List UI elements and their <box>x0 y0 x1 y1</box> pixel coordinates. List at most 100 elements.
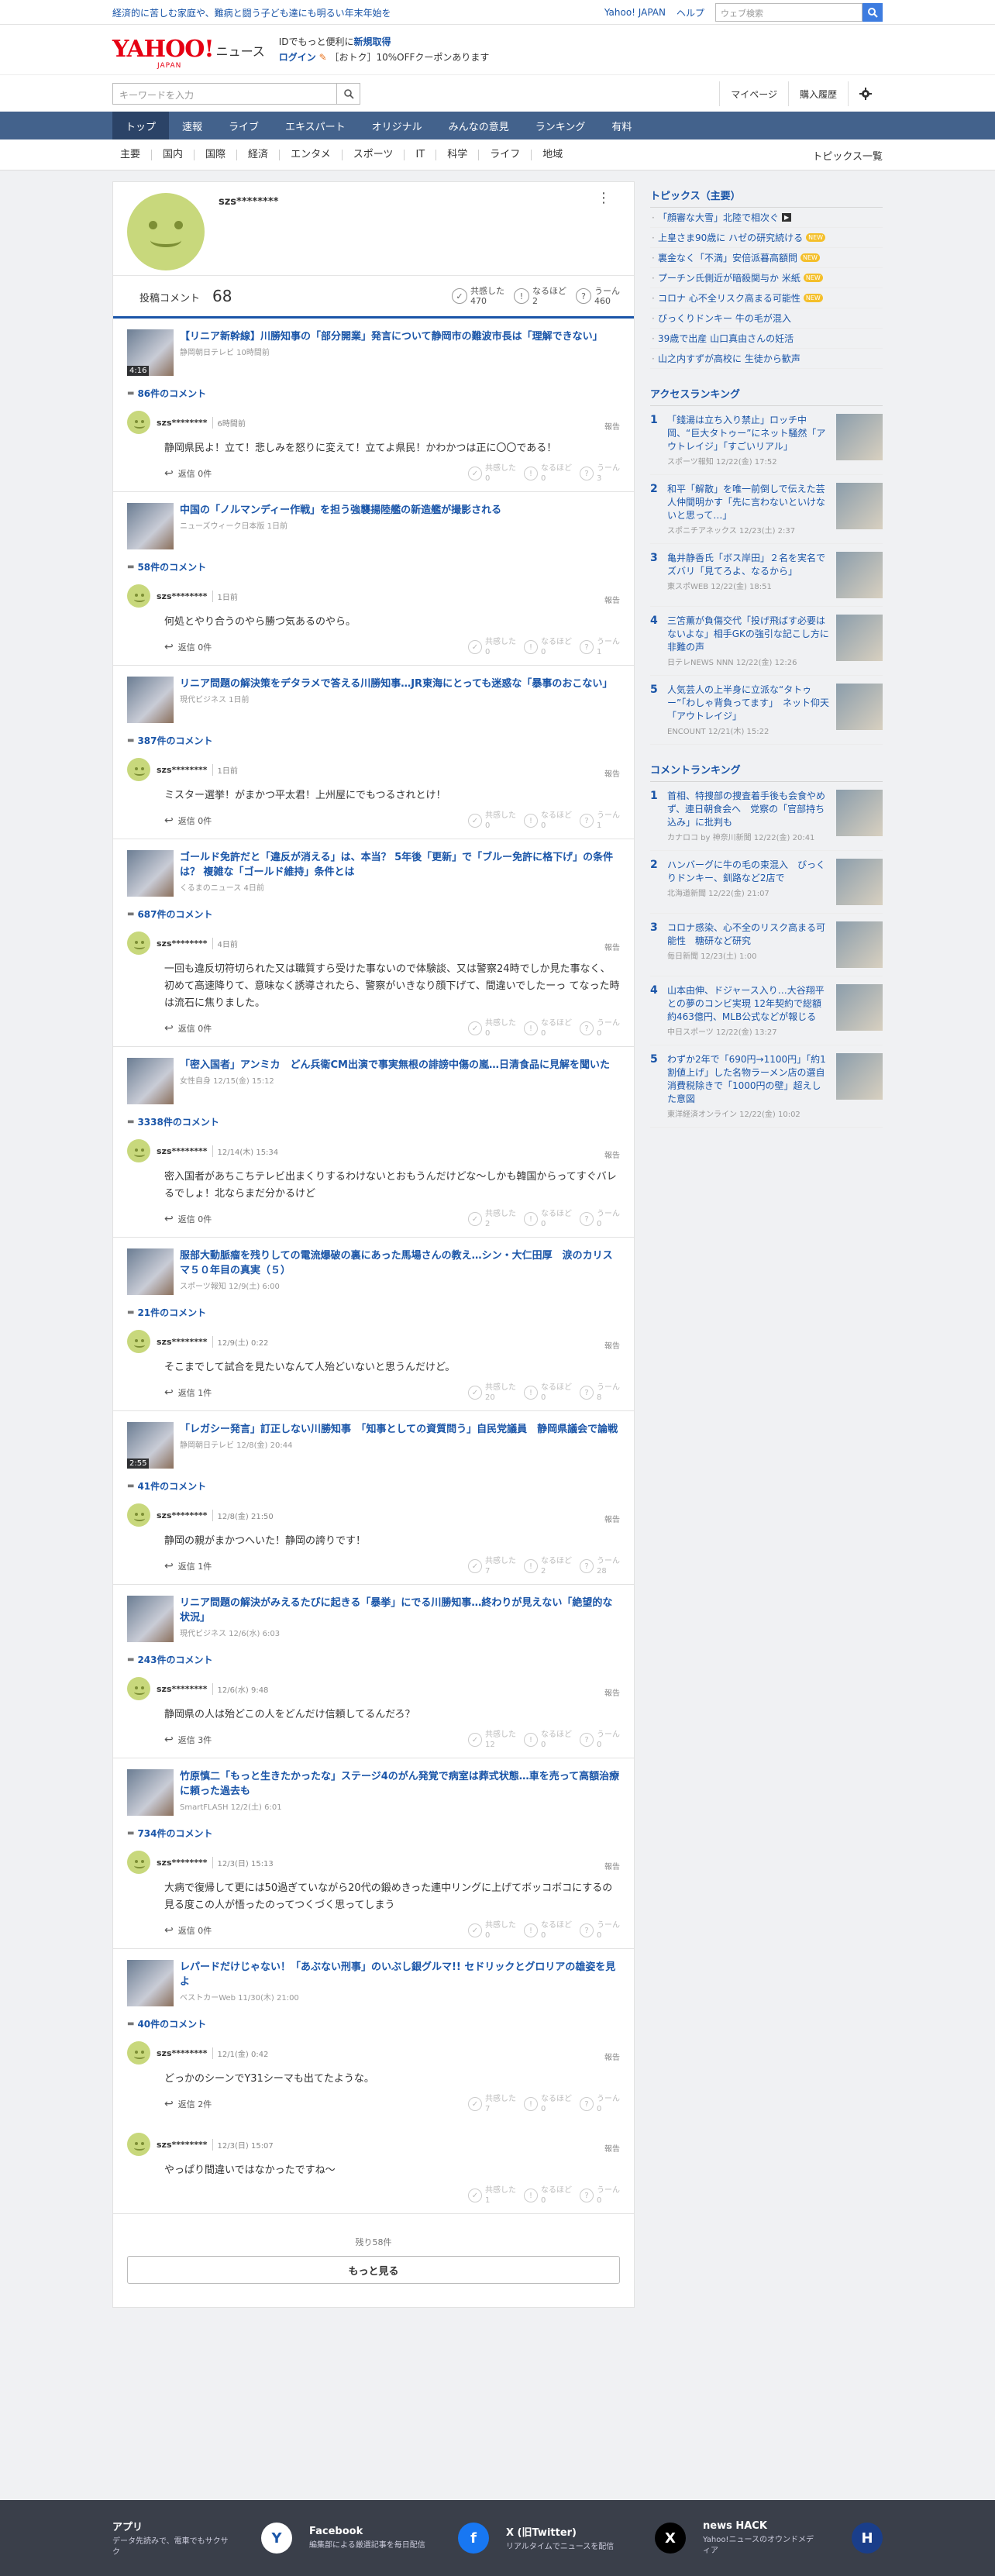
subnav-item[interactable]: ライフ <box>478 150 531 160</box>
article-header[interactable]: リニア問題の解決策をデタラメで答える川勝知事…JR東海にとっても迷惑な「暴事のお… <box>127 677 620 723</box>
reaction-button[interactable]: ✓ 共感した 2 <box>468 1209 516 1229</box>
ranking-item[interactable]: 3 コロナ感染、心不全のリスク高まる可能性 糖研など研究 毎日新聞 12/23(土)… <box>650 914 883 976</box>
comment-username[interactable]: szs******** <box>157 591 208 601</box>
topic-item[interactable]: 山之内すずが高校に 生徒から歓声 <box>650 349 883 369</box>
ranking-thumbnail[interactable] <box>836 859 883 905</box>
reaction-button[interactable]: ! なるほど 0 <box>524 2094 572 2114</box>
article-title[interactable]: リニア問題の解決がみえるたびに起きる「暴挙」にでる川勝知事…終わりが見えない「絶… <box>180 1596 620 1625</box>
article-thumbnail[interactable] <box>127 1960 174 2006</box>
reaction-button[interactable]: ✓ 共感した 0 <box>468 1920 516 1941</box>
ranking-item[interactable]: 1 「錢湯は立ち入り禁止」ロッチ中岡、“巨大タトゥー”にネット騒然「アウトレイジ」… <box>650 406 883 475</box>
nav-tab[interactable]: オリジナル <box>359 112 436 139</box>
reaction-button[interactable]: ? うーん 3 <box>580 463 620 484</box>
yahoo-japan-link[interactable]: Yahoo! JAPAN <box>604 7 666 18</box>
ranking-title[interactable]: コロナ感染、心不全のリスク高まる可能性 糖研など研究 <box>667 921 830 948</box>
comment-count-link[interactable]: ▬ 86件のコメント <box>127 387 620 400</box>
ranking-title[interactable]: ハンバーグに牛の毛の束混入 びっくりドンキー、釧路など2店で <box>667 859 830 885</box>
report-link[interactable]: 報告 <box>604 1149 620 1160</box>
reaction-button[interactable]: ✓ 共感した 7 <box>468 2094 516 2114</box>
ranking-title[interactable]: 「錢湯は立ち入り禁止」ロッチ中岡、“巨大タトゥー”にネット騒然「アウトレイジ」「… <box>667 414 830 453</box>
reaction-button[interactable]: ! なるほど 2 <box>524 1556 572 1576</box>
topic-item[interactable]: 「顔審な大雪」北陸で相次ぐ▶ <box>650 208 883 228</box>
yahoo-news-logo[interactable]: YAHOO! ニュース JAPAN <box>112 38 265 71</box>
ranking-item[interactable]: 3 亀井静香氏「ボス岸田」２名を実名でズバリ「見てろよ、なるから」 東スポWEB 1… <box>650 544 883 607</box>
reaction-button[interactable]: ! なるほど 0 <box>524 1730 572 1750</box>
reaction-button[interactable]: ? うーん 0 <box>580 1730 620 1750</box>
reaction-button[interactable]: ? うーん 0 <box>580 1920 620 1941</box>
article-thumbnail[interactable]: 2:55 <box>127 1422 174 1469</box>
register-link[interactable]: 新規取得 <box>354 36 391 47</box>
ranking-item[interactable]: 5 人気芸人の上半身に立派な“タトゥー”「わしゃ背負ってます」 ネット仰天「アウト… <box>650 676 883 745</box>
ranking-title[interactable]: 亀井静香氏「ボス岸田」２名を実名でズバリ「見てろよ、なるから」 <box>667 552 830 578</box>
ranking-thumbnail[interactable] <box>836 1053 883 1100</box>
ranking-item[interactable]: 2 ハンバーグに牛の毛の束混入 びっくりドンキー、釧路など2店で 北海道新聞 12/… <box>650 851 883 914</box>
comment-username[interactable]: szs******** <box>157 1510 208 1520</box>
article-header[interactable]: 服部大動脈瘤を残りしての電流爆破の裏にあった馬場さんの教え…シン・大仁田厚 涙の… <box>127 1248 620 1295</box>
comment-count-link[interactable]: ▬ 40件のコメント <box>127 2017 620 2030</box>
article-title[interactable]: レパードだけじゃない！「あぶない刑事」のいぶし銀グルマ!! セドリックとグロリア… <box>180 1960 620 1989</box>
article-title[interactable]: リニア問題の解決策をデタラメで答える川勝知事…JR東海にとっても迷惑な「暴事のお… <box>180 677 612 691</box>
footer-newshack[interactable]: news HACK Yahoo!ニュースのオウンドメディア H <box>703 2520 883 2557</box>
article-header[interactable]: ゴールド免許だと「違反が消える」は、本当？ 5年後「更新」で「ブルー免許に格下げ… <box>127 850 620 897</box>
article-thumbnail[interactable] <box>127 1058 174 1104</box>
subnav-item[interactable]: スポーツ <box>341 150 405 160</box>
ranking-title[interactable]: わずか2年で「690円→1100円」「約1割値上げ」した名物ラーメン店の選自 消… <box>667 1053 835 1106</box>
article-thumbnail[interactable] <box>127 850 174 897</box>
report-link[interactable]: 報告 <box>604 1860 620 1872</box>
reaction-button[interactable]: ✓ 共感した 0 <box>468 637 516 657</box>
purchase-history-link[interactable]: 購入履歴 <box>787 81 848 106</box>
reaction-button[interactable]: ? うーん 1 <box>580 811 620 831</box>
subnav-item[interactable]: 経済 <box>236 150 279 160</box>
ranking-thumbnail[interactable] <box>836 921 883 968</box>
comment-count-link[interactable]: ▬ 243件のコメント <box>127 1653 620 1666</box>
article-header[interactable]: リニア問題の解決がみえるたびに起きる「暴挙」にでる川勝知事…終わりが見えない「絶… <box>127 1596 620 1642</box>
comment-username[interactable]: szs******** <box>157 418 208 428</box>
comment-username[interactable]: szs******** <box>157 1146 208 1156</box>
article-thumbnail[interactable] <box>127 1596 174 1642</box>
comment-username[interactable]: szs******** <box>157 2048 208 2058</box>
reaction-button[interactable]: ! なるほど 0 <box>524 1209 572 1229</box>
reaction-button[interactable]: ✓ 共感した 0 <box>468 811 516 831</box>
reaction-button[interactable]: ? うーん 8 <box>580 1383 620 1403</box>
topic-item[interactable]: 裏金なく「不満」安倍派暮高額問NEW <box>650 248 883 268</box>
footer-facebook[interactable]: Facebook 編集部による厳選記事を毎日配信 f <box>309 2523 489 2554</box>
subnav-item[interactable]: 国内 <box>151 150 194 160</box>
ranking-title[interactable]: 和平「解散」を唯一前倒しで伝えた芸人仲間明かす「先に言わないといけないと思って…… <box>667 483 830 522</box>
reply-button[interactable]: ↩ 返信 1件 <box>164 1386 212 1399</box>
ranking-item[interactable]: 4 山本由伸、ドジャース入り…大谷翔平との夢のコンビ実現 12年契約で総額約463… <box>650 976 883 1045</box>
reaction-button[interactable]: ? うーん 0 <box>580 1209 620 1229</box>
mypage-link[interactable]: マイページ <box>719 81 788 106</box>
article-header[interactable]: 中国の「ノルマンディー作戦」を担う強襲揚陸艦の新造艦が撮影される ニューズウィーク… <box>127 503 620 549</box>
footer-app[interactable]: アプリ データ先読みで、電車でもサクサク Y <box>112 2519 292 2558</box>
reaction-button[interactable]: ! なるほど 0 <box>524 2185 572 2206</box>
report-link[interactable]: 報告 <box>604 1686 620 1698</box>
topics-list-link[interactable]: トピックス一覧 <box>812 148 883 163</box>
article-thumbnail[interactable]: 4:16 <box>127 329 174 376</box>
report-link[interactable]: 報告 <box>604 1513 620 1524</box>
comment-username[interactable]: szs******** <box>157 765 208 775</box>
comment-count-link[interactable]: ▬ 687件のコメント <box>127 907 620 921</box>
help-link[interactable]: ヘルプ <box>677 6 704 19</box>
subnav-item[interactable]: 国際 <box>194 150 236 160</box>
report-link[interactable]: 報告 <box>604 941 620 952</box>
report-link[interactable]: 報告 <box>604 420 620 432</box>
article-title[interactable]: 服部大動脈瘤を残りしての電流爆破の裏にあった馬場さんの教え…シン・大仁田厚 涙の… <box>180 1248 620 1278</box>
nav-tab[interactable]: みんなの意見 <box>436 112 522 139</box>
comment-count-link[interactable]: ▬ 21件のコメント <box>127 1306 620 1319</box>
settings-button[interactable] <box>848 81 883 106</box>
nav-tab[interactable]: ライブ <box>215 112 272 139</box>
subnav-item[interactable]: 主要 <box>112 150 151 160</box>
comment-username[interactable]: szs******** <box>157 2140 208 2150</box>
ranking-title[interactable]: 首相、特捜部の捜査着手後も会食やめず、連日朝食会へ 党察の「官部持ち込み」に批判… <box>667 790 830 829</box>
reply-button[interactable]: ↩ 返信 0件 <box>164 641 212 653</box>
nav-tab[interactable]: ランキング <box>522 112 599 139</box>
ranking-title[interactable]: 三笘薫が負傷交代「投げ飛ばす必要はないよな」相手GKの強引な記こし方に非難の声 <box>667 615 830 654</box>
web-search-button[interactable] <box>862 3 883 22</box>
ranking-thumbnail[interactable] <box>836 790 883 836</box>
keyword-search-button[interactable] <box>337 83 360 105</box>
report-link[interactable]: 報告 <box>604 767 620 779</box>
comment-username[interactable]: szs******** <box>157 1858 208 1868</box>
topic-item[interactable]: びっくりドンキー 牛の毛が混入 <box>650 308 883 329</box>
comment-count-link[interactable]: ▬ 58件のコメント <box>127 560 620 573</box>
more-options-icon[interactable]: ⋮ <box>597 190 611 206</box>
